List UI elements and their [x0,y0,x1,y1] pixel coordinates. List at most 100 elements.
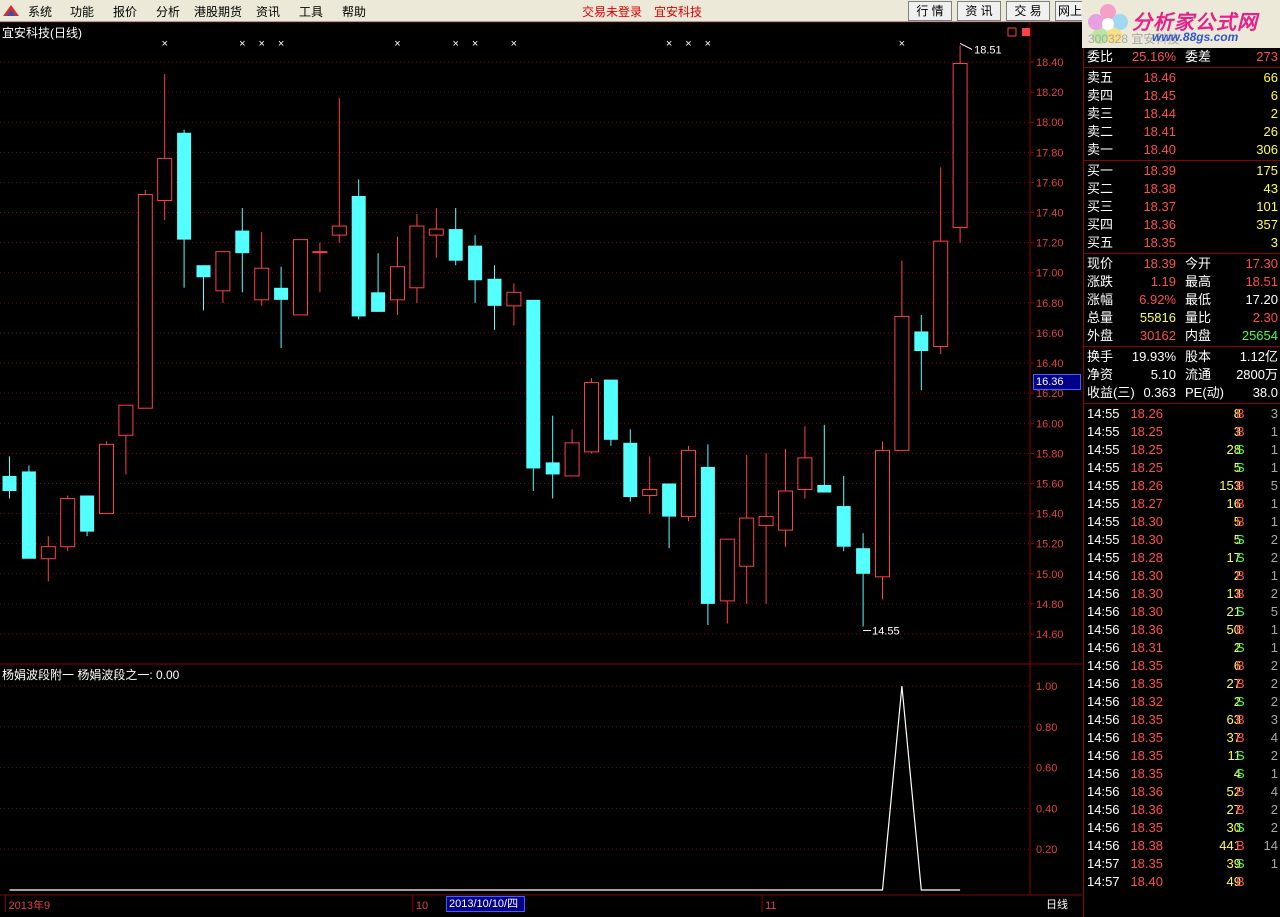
tab-online[interactable]: 网上 [1055,1,1085,21]
app-logo-icon [3,5,19,16]
ask-volume: 306 [1256,142,1278,157]
tick-side: B [1236,802,1245,817]
candle-body-up [719,538,735,602]
tick-side: B [1236,838,1245,853]
brand-url: www.88gs.com [1152,30,1239,44]
tick-time: 14:55 [1087,424,1120,439]
tick-time: 14:56 [1087,712,1120,727]
signal-marker: × [394,38,400,50]
fundamental-label-2: 股本 [1185,349,1212,364]
tick-count: 2 [1270,820,1278,835]
tab-news[interactable]: 资 讯 [957,1,1001,21]
candle-body-down [351,195,366,317]
tab-trade[interactable]: 交 易 [1006,1,1050,21]
stat-label: 现价 [1087,256,1114,271]
candle-body-down [235,230,250,254]
tick-side: S [1236,820,1245,835]
fundamental-value-2: 2800万 [1236,367,1278,382]
ask-row: 卖三 18.44 2 [1084,105,1280,123]
tick-side: S [1236,550,1245,565]
bid-volume: 101 [1256,199,1278,214]
tick-count: 4 [1270,784,1278,799]
order-diff-value: 273 [1256,49,1278,64]
fundamental-label: 收益(三) [1087,385,1135,400]
price-tick-label: 14.60 [1036,629,1064,641]
tick-row: 14:56 18.36 50 B 1 [1084,621,1280,639]
tab-market[interactable]: 行 情 [908,1,952,21]
menu-help[interactable]: 帮助 [342,3,366,20]
period-label[interactable]: 日线 [1046,896,1068,912]
menu-function[interactable]: 功能 [70,3,94,20]
menu-analysis[interactable]: 分析 [156,3,180,20]
tick-time: 14:56 [1087,568,1120,583]
tick-count: 1 [1270,568,1278,583]
candle-body-down [274,287,289,300]
tick-count: 1 [1270,514,1278,529]
high-price-label: 18.51 [974,44,1002,56]
ask-price: 18.45 [1143,88,1176,103]
tick-side: B [1236,496,1245,511]
tick-side: S [1236,532,1245,547]
menu-hk-futures[interactable]: 港股期货 [194,3,242,20]
menu-tools[interactable]: 工具 [299,3,323,20]
candle-body-down [700,466,715,604]
bid-level-label: 买三 [1087,199,1114,214]
ask-level-label: 卖四 [1087,88,1114,103]
tick-side: B [1236,676,1245,691]
tick-price: 18.35 [1130,676,1163,691]
ask-volume: 26 [1263,124,1278,139]
ask-price: 18.40 [1143,142,1176,157]
trade-login-status[interactable]: 交易未登录 [582,3,642,20]
menu-quote[interactable]: 报价 [113,3,137,20]
tick-side: B [1236,874,1245,889]
date-label: 11 [765,900,776,912]
tick-price: 18.30 [1130,568,1163,583]
tick-side: S [1236,604,1245,619]
candle-body-up [758,516,774,527]
tick-count: 2 [1270,802,1278,817]
candle-body-up [875,449,890,578]
ask-volume: 6 [1270,88,1278,103]
tick-row: 14:56 18.35 6 B 2 [1084,657,1280,675]
signal-marker: × [685,38,691,50]
brand-watermark: 300328 宜安科技 分析家公式网 www.88gs.com [1082,0,1280,48]
stat-value: 1.19 [1150,274,1176,289]
tick-time: 14:56 [1087,640,1120,655]
candle-body-up [60,498,76,548]
tick-count: 5 [1270,478,1278,493]
chart-title: 宜安科技(日线) [2,25,82,40]
candle-body-up [506,291,522,307]
candle-body-up [428,228,444,236]
tick-price: 18.35 [1130,712,1163,727]
tick-count: 2 [1270,748,1278,763]
price-tick-label: 18.40 [1036,57,1064,69]
tick-side: B [1236,730,1245,745]
price-tick-label: 16.00 [1036,418,1064,430]
stat-label-2: 今开 [1185,256,1212,271]
menu-info[interactable]: 资讯 [256,3,280,20]
kline-chart[interactable]: 宜安科技(日线) 18.40 18.20 18.00 17.80 17.60 17.40 17… [0,22,1082,917]
tick-price: 18.30 [1130,586,1163,601]
candle-body-up [312,251,328,254]
menu-system[interactable]: 系统 [28,3,52,20]
tick-side: S [1236,856,1245,871]
ask-level-label: 卖三 [1087,106,1114,121]
tick-row: 14:56 18.30 13 B 2 [1084,585,1280,603]
kline-chart-area[interactable]: 宜安科技(日线) 18.40 18.20 18.00 17.80 17.60 17.40 17… [0,22,1082,917]
tick-price: 18.35 [1130,748,1163,763]
tick-row: 14:57 18.35 39 S 1 [1084,855,1280,873]
tick-price: 18.35 [1130,658,1163,673]
ask-row: 卖二 18.41 26 [1084,123,1280,141]
tick-time: 14:56 [1087,838,1120,853]
stat-label-2: 最低 [1185,292,1212,307]
panel-separator [1084,253,1280,254]
tick-side: B [1236,712,1245,727]
tick-time: 14:55 [1087,496,1120,511]
tick-time: 14:55 [1087,406,1120,421]
order-ratio-value: 25.16% [1131,49,1176,64]
bid-volume: 175 [1256,163,1278,178]
stat-value-2: 25654 [1241,328,1278,343]
stat-label: 涨跌 [1087,274,1114,289]
tick-count: 1 [1270,460,1278,475]
candle-body-down [836,506,851,547]
